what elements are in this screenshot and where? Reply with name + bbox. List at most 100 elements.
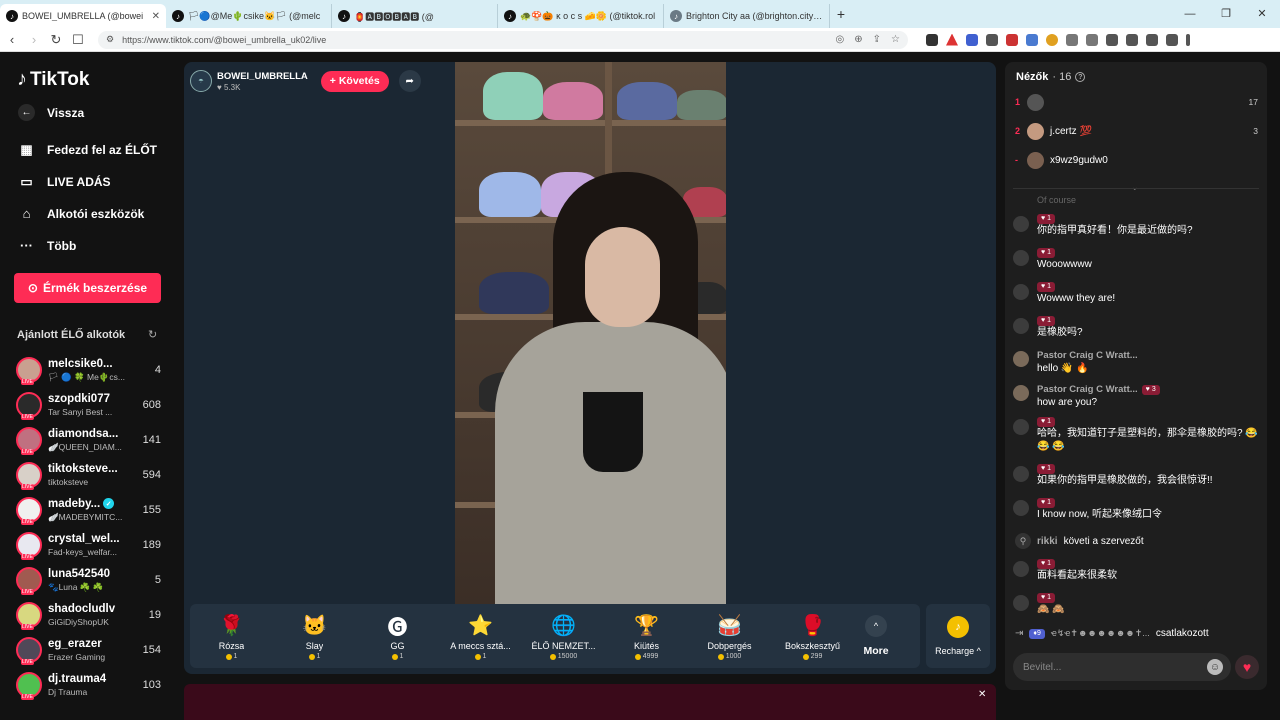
faded-message: Of course — [1037, 195, 1077, 205]
site-info-icon[interactable]: ⚙ — [106, 34, 114, 45]
ai-icon[interactable] — [1146, 33, 1158, 46]
refresh-icon[interactable]: ↻ — [148, 328, 157, 341]
creator-item[interactable]: LIVE szopdki077 Tar Sanyi Best ... 608 — [16, 389, 161, 421]
nav-item[interactable]: ▦ Fedezd fel az ÉLŐT — [18, 141, 157, 158]
chat-avatar[interactable] — [1013, 500, 1029, 516]
tiktok-logo[interactable]: ♪ TikTok — [17, 68, 89, 91]
account-icon[interactable] — [1026, 33, 1038, 46]
chat-avatar[interactable] — [1013, 284, 1029, 300]
sidebar-icon[interactable] — [1106, 33, 1118, 46]
gift-item[interactable]: 🥊 Bokszkesztyű 299 — [771, 612, 854, 661]
media-icon[interactable] — [1086, 33, 1098, 46]
creator-item[interactable]: LIVE tiktoksteve... tiktoksteve 594 — [16, 459, 161, 491]
share-page-icon[interactable]: ⇪ — [873, 34, 881, 45]
zoom-icon[interactable]: ⊕ — [854, 34, 862, 45]
new-tab-button[interactable]: + — [830, 6, 852, 22]
chat-username[interactable]: Pastor Craig C Wratt... — [1037, 349, 1138, 362]
fan-badge: ♥ 1 — [1037, 498, 1056, 508]
arrow-left-icon: ← — [18, 104, 35, 121]
chat-input[interactable]: Bevitel... ☺ — [1013, 653, 1231, 681]
viewer-count: 189 — [142, 539, 161, 551]
viewer-row[interactable]: 2 j.certz 💯 3 — [1015, 120, 1258, 142]
back-icon[interactable]: ‹ — [2, 32, 22, 47]
warning-icon[interactable] — [946, 33, 958, 46]
gift-item[interactable]: 🥁 Dobpergés 1000 — [688, 612, 771, 661]
url-field[interactable]: ⚙ https://www.tiktok.com/@bowei_umbrella… — [98, 30, 908, 49]
help-icon[interactable]: ? — [1075, 72, 1086, 82]
creator-item[interactable]: LIVE shadocludlv GiGiDiyShopUK 19 — [16, 599, 161, 631]
live-video[interactable] — [455, 62, 726, 604]
translate-icon[interactable] — [966, 33, 978, 46]
browser-tab[interactable]: ♪ 🏳🔵@Me🌵csike🐱🏳 (@melc — [166, 4, 332, 28]
hls-icon[interactable] — [1006, 33, 1018, 46]
chat-avatar[interactable] — [1013, 250, 1029, 266]
browser-tab[interactable]: ♪ BOWEI_UMBRELLA (@bowei ✕ — [0, 4, 166, 28]
shield-icon[interactable] — [926, 33, 938, 46]
nav-item[interactable]: ▭ LIVE ADÁS — [18, 173, 110, 190]
chat-avatar[interactable] — [1013, 216, 1029, 232]
share-icon[interactable]: ➦ — [398, 70, 421, 92]
viewer-row[interactable]: - x9wz9gudw0 — [1015, 149, 1258, 171]
bookmark-icon[interactable]: ☐ — [68, 32, 88, 48]
restore-icon[interactable]: ❐ — [1208, 0, 1244, 28]
gift-item[interactable]: 🐱 Slay 1 — [273, 612, 356, 661]
chat-avatar[interactable] — [1013, 419, 1029, 435]
creator-item[interactable]: LIVE luna542540 🐾Luna ☘️ ☘️ 5 — [16, 564, 161, 596]
minimize-icon[interactable]: — — [1172, 0, 1208, 28]
viewer-row[interactable]: 1 17 — [1015, 91, 1258, 113]
creator-item[interactable]: LIVE dj.trauma4 Dj Trauma 103 — [16, 669, 161, 701]
gift-item[interactable]: 🌐 ÉLŐ NEMZET... 15000 — [522, 612, 605, 661]
cast-icon[interactable]: ◎ — [836, 34, 845, 45]
get-coins-button[interactable]: ⊙ Érmék beszerzése — [14, 273, 161, 303]
chat-avatar[interactable] — [1013, 595, 1029, 611]
close-banner-icon[interactable]: ✕ — [978, 689, 986, 700]
browser-tab[interactable]: ♪ 🏮🅰🅱🅾🅱🅰🅱 (@ — [332, 4, 498, 28]
chat-username[interactable]: Pastor Craig C Wratt... — [1037, 383, 1138, 396]
chat-avatar[interactable] — [1013, 318, 1029, 334]
split-icon[interactable] — [1126, 33, 1138, 46]
host-name[interactable]: BOWEI_UMBRELLA — [217, 71, 308, 82]
gift-item[interactable]: ⭐ A meccs sztá... 1 — [439, 612, 522, 661]
chat-avatar[interactable] — [1013, 466, 1029, 482]
reload-icon[interactable]: ↻ — [46, 32, 66, 48]
chat-avatar[interactable] — [1013, 351, 1029, 367]
gift-item[interactable]: 🏆 Kiütés 4999 — [605, 612, 688, 661]
star-icon[interactable]: ☆ — [891, 34, 900, 45]
more-gifts-button[interactable]: ^ More — [856, 615, 896, 657]
tools-icon[interactable] — [986, 33, 998, 46]
forward-icon[interactable]: › — [24, 32, 44, 47]
gift-icon: 🌹 — [219, 614, 244, 637]
creator-item[interactable]: LIVE eg_erazer Erazer Gaming 154 — [16, 634, 161, 666]
vpn-icon[interactable] — [1166, 33, 1178, 46]
creator-item[interactable]: LIVE diamondsa... 🪽QUEEN_DIAM... 141 — [16, 424, 161, 456]
follow-button[interactable]: + Követés — [320, 70, 389, 92]
emoji-icon[interactable]: ☺ — [1207, 659, 1223, 675]
puzzle-icon[interactable] — [1066, 33, 1078, 46]
chat-avatar[interactable] — [1013, 385, 1029, 401]
nav-item[interactable]: ⌂ Alkotói eszközök — [18, 205, 145, 222]
system-user[interactable]: rikki — [1037, 536, 1058, 547]
live-badge: LIVE — [21, 449, 34, 455]
creator-item[interactable]: LIVE crystal_wel... Fad-keys_welfar... 1… — [16, 529, 161, 561]
fan-badge: ♥ 1 — [1037, 417, 1056, 427]
gift-item[interactable]: 🅖 GG 1 — [356, 612, 439, 661]
chat-avatar[interactable] — [1013, 561, 1029, 577]
close-tab-icon[interactable]: ✕ — [152, 11, 160, 22]
browser-tab[interactable]: ♪ 🐢🍄🎃 ᴋ o ᴄ s 🧀🌼 (@tiktok.rol — [498, 4, 664, 28]
creator-item[interactable]: LIVE melcsike0... 🏳 🔵 🍀 Me🌵cs... 4 — [16, 354, 161, 386]
menu-icon[interactable] — [1186, 33, 1190, 46]
close-window-icon[interactable]: ✕ — [1244, 0, 1280, 28]
color-icon[interactable] — [1046, 33, 1058, 46]
bottom-banner — [184, 684, 996, 720]
recharge-button[interactable]: ♪ Recharge ^ — [926, 604, 990, 668]
coin-icon — [474, 653, 481, 660]
creator-item[interactable]: LIVE madeby... ✓ 🪽MADEBYMITC... 155 — [16, 494, 161, 526]
back-link[interactable]: ← Vissza — [18, 104, 84, 121]
browser-tab[interactable]: ♪ Brighton City aa (@brighton.city) ÉLŐ — [664, 4, 830, 28]
host-avatar[interactable]: ☂ — [190, 70, 212, 92]
nav-item[interactable]: ··· Több — [18, 237, 76, 254]
gift-item[interactable]: 🌹 Rózsa 1 — [190, 612, 273, 661]
like-heart-icon[interactable]: ♥ — [1235, 655, 1259, 679]
join-user[interactable]: ҽ↯ҽ✝☻☻☻☻☻☻✝... — [1051, 628, 1150, 639]
gift-name: Slay — [305, 641, 324, 651]
